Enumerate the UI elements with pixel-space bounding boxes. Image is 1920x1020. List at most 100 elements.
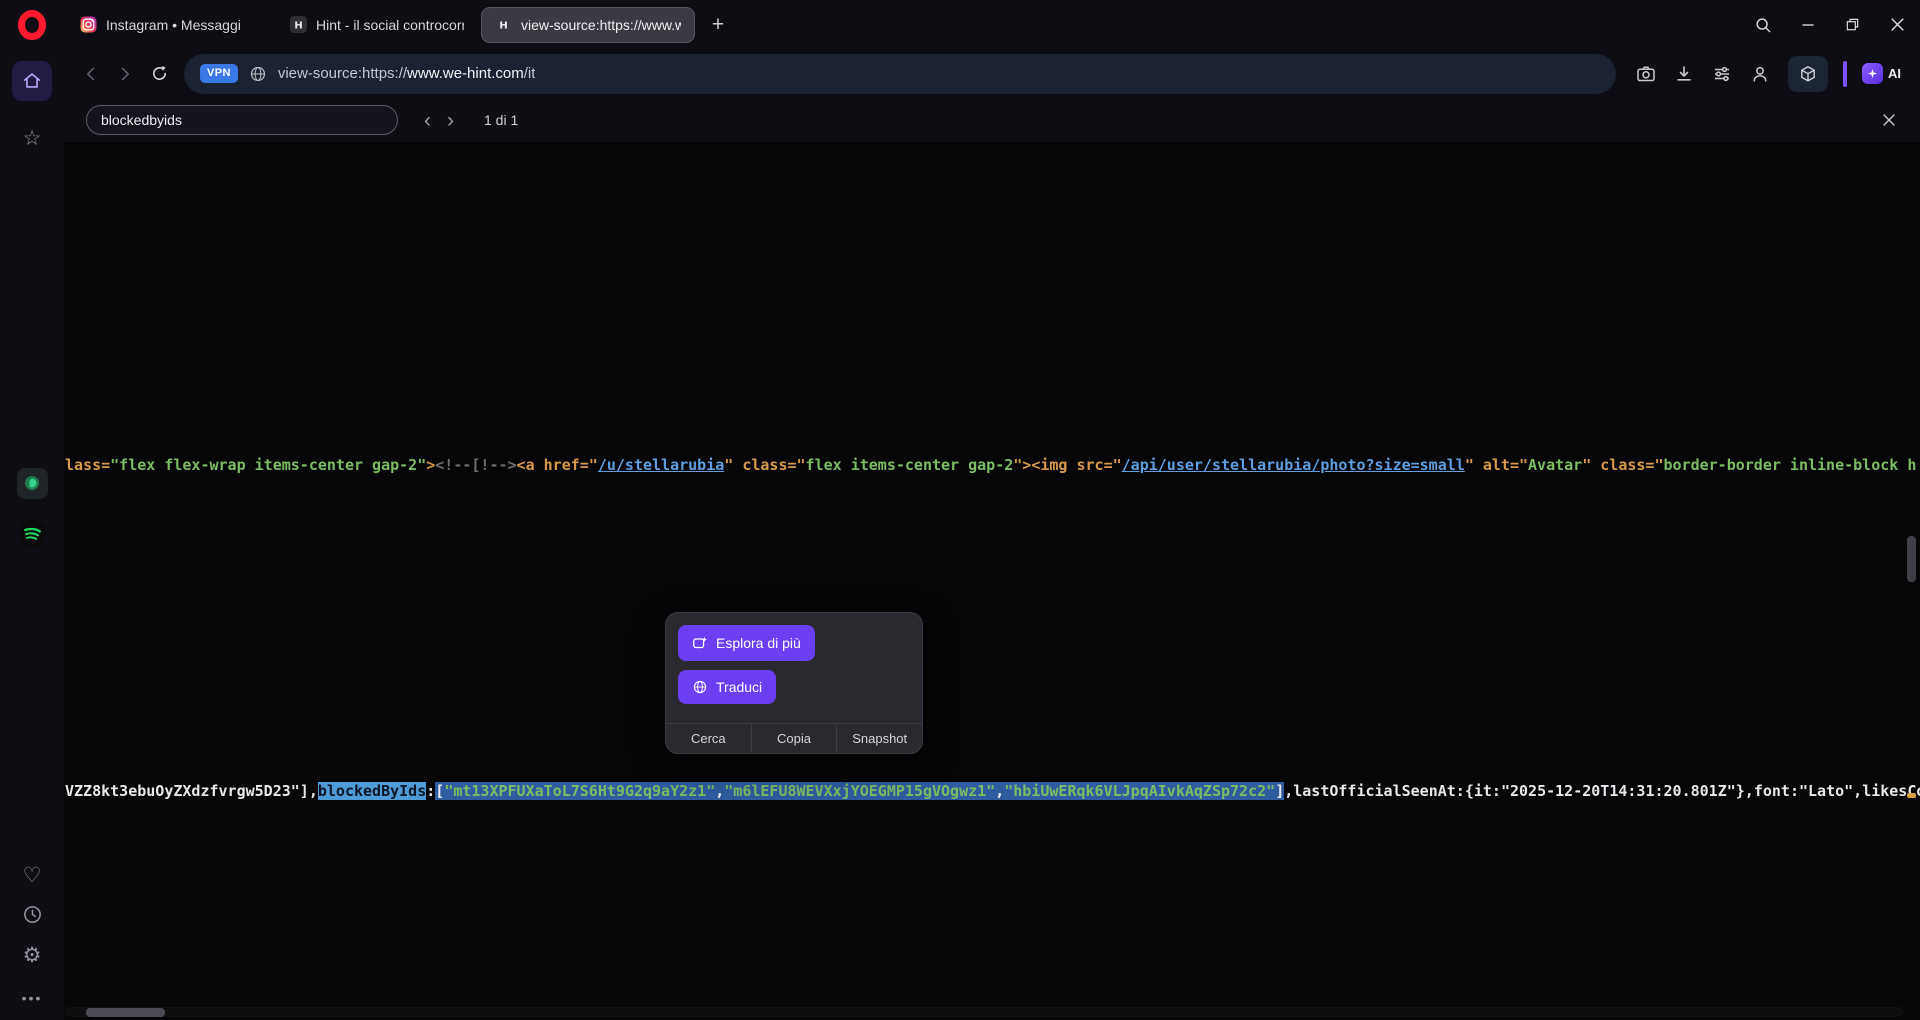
source-text: Avatar <box>1528 456 1583 474</box>
svg-text:H: H <box>499 21 507 32</box>
clock-icon <box>23 905 41 923</box>
horizontal-scrollbar-track[interactable] <box>64 1007 1904 1017</box>
source-text: "mt13XPFUXaToL7S6Ht9G2q9aY2z1" <box>444 782 716 800</box>
search-selection-button[interactable]: Cerca <box>666 724 751 753</box>
tab-hint[interactable]: H Hint - il social controcorre <box>277 7 477 43</box>
search-icon <box>1755 17 1770 32</box>
source-text: [ <box>435 782 445 800</box>
source-text: border-border inline-block h <box>1663 456 1917 474</box>
window-controls <box>1740 0 1920 49</box>
reload-icon <box>152 66 166 80</box>
find-match-count: 1 di 1 <box>484 112 519 128</box>
forward-button[interactable] <box>108 57 142 91</box>
source-text: VZZ8kt3ebuOyZXdzfvrgw5D23"], <box>65 782 318 800</box>
sidebar: ☆ ♡ ⚙ ••• <box>0 49 64 1020</box>
source-text: , <box>995 782 1005 800</box>
source-text: ] <box>1275 782 1285 800</box>
url-scheme: view-source:https:// <box>277 65 408 82</box>
vertical-scrollbar-thumb[interactable] <box>1907 536 1916 582</box>
cube-icon <box>1801 65 1815 81</box>
browser-window: Instagram • Messaggi H Hint - il social … <box>0 0 1920 1020</box>
find-close-button[interactable] <box>1882 113 1896 127</box>
sidebar-more-button[interactable]: ••• <box>12 978 52 1018</box>
reload-button[interactable] <box>142 57 176 91</box>
hint-favicon-icon: H <box>495 16 512 33</box>
selection-popup-actions: Cerca Copia Snapshot <box>666 723 922 753</box>
source-link[interactable]: /u/stellarubia <box>598 456 724 474</box>
close-button[interactable] <box>1875 0 1920 49</box>
sidebar-history-button[interactable] <box>12 894 52 934</box>
home-icon <box>23 73 41 88</box>
close-icon <box>1891 18 1904 31</box>
opera-menu-button[interactable] <box>15 8 49 42</box>
url-text: view-source:https://www.we-hint.com/it <box>278 65 536 82</box>
selection-popup: Esplora di più Traduci Cerca Copia Snaps… <box>665 612 923 754</box>
tab-title: Instagram • Messaggi <box>106 16 241 33</box>
translate-icon <box>693 680 707 694</box>
new-tab-button[interactable]: + <box>703 10 733 40</box>
tab-instagram[interactable]: Instagram • Messaggi <box>67 7 273 43</box>
source-link[interactable]: /api/user/stellarubia/photo?size=small <box>1122 456 1465 474</box>
aria-ai-button[interactable]: AI <box>1862 63 1901 84</box>
find-next-button[interactable]: › <box>439 110 462 131</box>
horizontal-scrollbar-thumb[interactable] <box>86 1008 165 1017</box>
explore-icon <box>693 636 708 649</box>
sidebar-pinned-app-button[interactable] <box>12 463 52 503</box>
source-text: "flex flex-wrap items-center gap-2" <box>110 456 427 474</box>
snapshot-button[interactable] <box>1630 58 1662 90</box>
source-text: , <box>715 782 725 800</box>
tab-title: Hint - il social controcorre <box>316 16 464 33</box>
source-text: flex items-center gap-2 <box>805 456 1014 474</box>
heart-icon: ♡ <box>22 863 42 887</box>
address-bar: VPN view-source:https://www.we-hint.com/… <box>64 49 1920 98</box>
source-text: <a href=" <box>516 456 598 474</box>
maximize-button[interactable] <box>1830 0 1875 49</box>
profile-button[interactable] <box>1744 58 1776 90</box>
source-text: " class=" <box>724 456 806 474</box>
downloads-button[interactable] <box>1668 58 1700 90</box>
person-icon <box>1753 66 1767 82</box>
find-match-scroll-marker <box>1907 793 1916 798</box>
svg-text:H: H <box>294 21 302 32</box>
source-text: lass= <box>65 456 111 474</box>
sidebar-bookmarks-button[interactable]: ☆ <box>12 118 52 158</box>
address-bar-actions: AI <box>1630 55 1910 92</box>
vpn-badge[interactable]: VPN <box>200 64 238 83</box>
translate-button[interactable]: Traduci <box>678 670 777 704</box>
source-text: " alt=" <box>1464 456 1529 474</box>
explore-more-button[interactable]: Esplora di più <box>678 625 815 661</box>
gear-icon: ⚙ <box>22 943 42 967</box>
source-text: "><img src=" <box>1013 456 1122 474</box>
forward-icon <box>121 67 129 80</box>
sliders-icon <box>1715 66 1729 81</box>
source-text: " class=" <box>1582 456 1664 474</box>
tab-search-button[interactable] <box>1740 0 1785 49</box>
sidebar-spotify-button[interactable] <box>12 513 52 553</box>
snapshot-selection-button[interactable]: Snapshot <box>836 724 922 753</box>
find-input[interactable] <box>86 105 398 135</box>
sidebar-favorites-button[interactable]: ♡ <box>12 855 52 895</box>
url-field[interactable]: VPN view-source:https://www.we-hint.com/… <box>184 53 1616 94</box>
source-text: "hbiUwERqk6VLJpqAIvkAqZSp72c2" <box>1004 782 1276 800</box>
panel-divider <box>1843 60 1847 87</box>
back-button[interactable] <box>74 57 108 91</box>
extensions-button[interactable] <box>1788 55 1828 92</box>
tab-strip: Instagram • Messaggi H Hint - il social … <box>67 6 695 43</box>
copy-selection-button[interactable]: Copia <box>750 724 837 753</box>
close-icon <box>1883 114 1895 126</box>
view-source-content: lass="flex flex-wrap items-center gap-2"… <box>64 142 1920 1020</box>
back-icon <box>87 67 95 80</box>
sidebar-home-button[interactable] <box>12 61 52 101</box>
source-text: <!--[!--> <box>435 456 517 474</box>
tab-view-source-active[interactable]: H view-source:https://www.w <box>481 6 695 43</box>
source-code-line: lass="flex flex-wrap items-center gap-2"… <box>65 456 1916 475</box>
sidebar-settings-button[interactable]: ⚙ <box>12 935 52 975</box>
instagram-favicon-icon <box>80 16 97 33</box>
find-bar: ‹ › 1 di 1 <box>64 98 1920 142</box>
minimize-button[interactable] <box>1785 0 1830 49</box>
page-settings-button[interactable] <box>1706 58 1738 90</box>
url-host: www.we-hint.com <box>407 65 524 82</box>
globe-icon <box>250 66 265 81</box>
tab-title: view-source:https://www.w <box>521 16 681 33</box>
find-previous-button[interactable]: ‹ <box>416 110 439 131</box>
